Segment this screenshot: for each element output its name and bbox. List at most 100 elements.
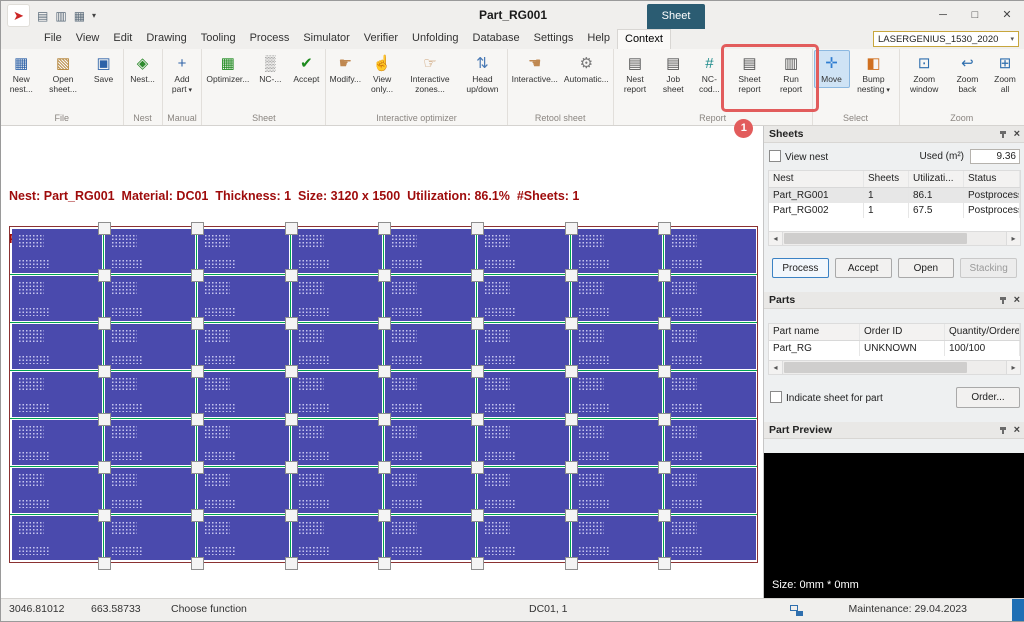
nested-part[interactable] [292,229,382,274]
nested-part[interactable] [12,420,102,465]
menu-tab-drawing[interactable]: Drawing [139,29,193,49]
sheet-layout[interactable] [9,226,758,563]
nested-part[interactable] [665,276,755,321]
nested-part[interactable] [665,324,755,369]
nest-canvas[interactable]: Nest: Part_RG001 Material: DC01 Thicknes… [1,126,763,599]
menu-tab-simulator[interactable]: Simulator [296,29,356,49]
menu-tab-view[interactable]: View [69,29,107,49]
nested-part[interactable] [478,229,568,274]
nested-part[interactable] [572,229,662,274]
nested-part[interactable] [12,229,102,274]
network-icon[interactable] [790,605,803,616]
menu-tab-context[interactable]: Context [617,29,671,49]
scroll-right-icon[interactable]: ▸ [1006,232,1020,245]
retool-interactive-button[interactable]: ☚Interactive... [509,50,561,88]
scroll-thumb[interactable] [784,362,967,373]
close-icon[interactable]: × [1014,295,1020,306]
view-nest-option[interactable]: View nest [769,150,828,163]
sheet-report-button[interactable]: ▤Sheet report [727,50,771,98]
interactive-zones-button[interactable]: ☞Interactive zones... [401,50,459,98]
nc-button[interactable]: ▒NC-... [252,50,288,88]
nested-part[interactable] [665,468,755,513]
qa-open-doc-icon[interactable]: ▥ [55,10,66,22]
close-icon[interactable]: × [1014,425,1020,436]
nested-part[interactable] [292,372,382,417]
nested-part[interactable] [572,420,662,465]
menu-tab-process[interactable]: Process [243,29,297,49]
column-header[interactable]: Order ID [860,324,945,340]
table-row[interactable]: Part_RGUNKNOWN100/100 [769,341,1020,356]
indicate-sheet-checkbox[interactable] [770,391,782,403]
contextual-tab-group[interactable]: Sheet [647,4,705,29]
qa-new-doc-icon[interactable]: ▤ [37,10,48,22]
column-header[interactable]: Sheets [864,171,909,187]
nest-report-button[interactable]: ▤Nest report [615,50,655,98]
pin-icon[interactable] [999,130,1007,139]
nested-part[interactable] [105,372,195,417]
menu-tab-tooling[interactable]: Tooling [194,29,243,49]
job-sheet-button[interactable]: ▤Job sheet [655,50,691,98]
nested-part[interactable] [12,324,102,369]
zoom-window-button[interactable]: ⊡Zoom window [901,50,948,98]
nested-part[interactable] [292,324,382,369]
nested-part[interactable] [292,420,382,465]
process-button[interactable]: Process [772,258,829,278]
nested-part[interactable] [385,516,475,561]
add-part-button[interactable]: +Add part ▾ [164,50,201,98]
app-logo-icon[interactable]: ➤ [7,4,30,27]
nested-part[interactable] [105,324,195,369]
view-only-button[interactable]: ☝View only... [363,50,400,98]
nested-part[interactable] [478,372,568,417]
nc-code-button[interactable]: #NC-cod... [691,50,727,98]
minimize-button[interactable]: ─ [927,1,959,29]
nested-part[interactable] [198,324,288,369]
save-button[interactable]: ▣Save [86,50,122,88]
nested-part[interactable] [105,516,195,561]
scroll-left-icon[interactable]: ◂ [769,361,783,374]
pin-icon[interactable] [999,296,1007,305]
nested-part[interactable] [105,420,195,465]
nested-part[interactable] [292,276,382,321]
nested-part[interactable] [385,229,475,274]
nested-part[interactable] [198,276,288,321]
nested-part[interactable] [665,229,755,274]
zoom-back-button[interactable]: ↩Zoom back [948,50,987,98]
column-header[interactable]: Utilizati... [909,171,964,187]
nested-part[interactable] [12,468,102,513]
menu-tab-verifier[interactable]: Verifier [357,29,405,49]
nested-part[interactable] [292,468,382,513]
pin-icon[interactable] [999,426,1007,435]
run-report-button[interactable]: ▥Run report [772,50,811,98]
menu-tab-file[interactable]: File [37,29,69,49]
column-header[interactable]: Status [964,171,1020,187]
nested-part[interactable] [292,516,382,561]
optimizer-button[interactable]: ▦Optimizer... [203,50,252,88]
nested-part[interactable] [478,324,568,369]
nested-part[interactable] [198,420,288,465]
maximize-button[interactable]: □ [959,1,991,29]
qa-customize-caret-icon[interactable]: ▾ [92,12,96,20]
parts-hscroll[interactable]: ◂ ▸ [768,361,1021,375]
scroll-thumb[interactable] [784,233,967,244]
nested-part[interactable] [665,420,755,465]
menu-tab-unfolding[interactable]: Unfolding [405,29,465,49]
nested-part[interactable] [198,468,288,513]
nested-part[interactable] [385,420,475,465]
move-button[interactable]: ✛Move [814,50,850,88]
nested-part[interactable] [572,372,662,417]
nested-part[interactable] [478,468,568,513]
machine-selector[interactable]: LASERGENIUS_1530_2020 ▾ [873,31,1019,47]
new-nest-button[interactable]: ▦New nest... [2,50,41,98]
nested-part[interactable] [572,516,662,561]
accept-button[interactable]: ✔Accept [288,50,324,88]
nested-part[interactable] [478,276,568,321]
close-icon[interactable]: × [1014,129,1020,140]
order-button[interactable]: Order... [956,387,1020,408]
column-header[interactable]: Part name [769,324,860,340]
menu-tab-settings[interactable]: Settings [527,29,581,49]
nested-part[interactable] [385,276,475,321]
nested-part[interactable] [665,516,755,561]
nested-part[interactable] [198,516,288,561]
nested-part[interactable] [478,420,568,465]
accept-button[interactable]: Accept [835,258,892,278]
